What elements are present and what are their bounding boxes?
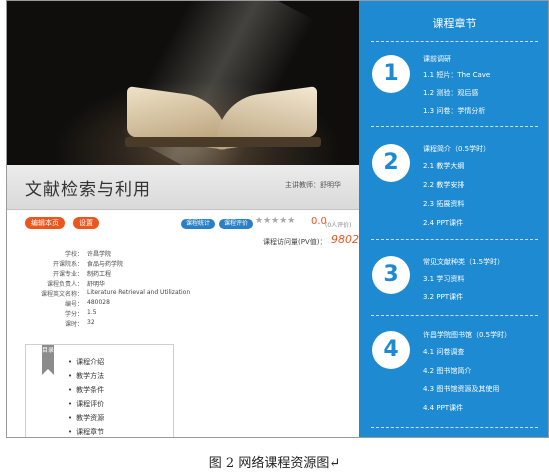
panel-title: 课程章节 xyxy=(432,17,477,30)
info-row: 课程负责人： 舒明华 xyxy=(7,279,359,289)
course-review-button[interactable]: 课程评价 xyxy=(219,219,254,229)
info-row: 学分： 1.5 xyxy=(7,309,359,319)
chapter-link[interactable]: 1.2 测验：观后感 xyxy=(423,88,478,98)
toc-item-teaching-conditions[interactable]: 教学条件 xyxy=(68,385,104,395)
chapter-link[interactable]: 1.3 问卷：学情分析 xyxy=(423,106,485,116)
info-row: 开课院系： 食品与药学院 xyxy=(7,259,359,269)
section-title[interactable]: 课前调研 xyxy=(423,54,451,64)
info-value: 32 xyxy=(87,319,95,326)
info-key: 学分： xyxy=(64,311,83,318)
section-divider xyxy=(371,315,538,316)
info-row: 学校： 许昌学院 xyxy=(7,249,359,259)
settings-button[interactable]: 设置 xyxy=(73,217,99,229)
info-key: 学校： xyxy=(64,251,83,258)
info-value: 制药工程 xyxy=(87,271,112,278)
chapter-link[interactable]: 4.2 图书馆简介 xyxy=(423,366,471,376)
section-divider xyxy=(371,427,538,428)
section-number-badge: 3 xyxy=(372,256,410,294)
book-spine xyxy=(125,137,321,147)
chapter-link[interactable]: 1.1 短片：The Cave xyxy=(423,70,490,80)
info-key: 编号： xyxy=(64,301,83,308)
toc-item-course-intro[interactable]: 课程介绍 xyxy=(68,357,104,367)
chapter-link[interactable]: 3.1 学习资料 xyxy=(423,274,464,284)
chapter-link[interactable]: 2.4 PPT课件 xyxy=(423,218,463,228)
info-row: 课时： 32 xyxy=(7,319,359,329)
info-value: 食品与药学院 xyxy=(87,261,124,268)
pv-value: 9802 xyxy=(331,233,359,246)
info-key: 课时： xyxy=(64,321,83,328)
toc-item-course-review[interactable]: 课程评价 xyxy=(68,399,104,409)
section-divider xyxy=(371,239,538,240)
chapter-link[interactable]: 3.2 PPT课件 xyxy=(423,292,463,302)
info-row: 课程英文名称： Literature Retrieval and Utiliza… xyxy=(7,289,359,299)
chapter-link[interactable]: 2.1 教学大纲 xyxy=(423,161,464,171)
section-title[interactable]: 许昌学院图书馆（0.5学时） xyxy=(423,330,511,340)
info-value: 480028 xyxy=(87,299,110,306)
figure-caption: 图 2 网络课程资源图↵ xyxy=(208,456,341,471)
teacher-label: 主讲教师：舒明华 xyxy=(285,181,341,189)
screenshot-frame: 文献检索与利用 主讲教师：舒明华 编辑本页 设置 课程统计 课程评价 ★★★★★… xyxy=(6,0,549,438)
toc-tag-label: 目录 xyxy=(42,345,54,375)
page-title: 文献检索与利用 xyxy=(25,180,151,200)
section-title[interactable]: 课程简介（0.5学时） xyxy=(423,144,490,154)
rater-count: (0人评价) xyxy=(325,222,352,229)
section-title[interactable]: 常见文献种类（1.5学时） xyxy=(423,257,504,267)
chapters-panel: 课程章节 1 课前调研 1.1 短片：The Cave 1.2 测验：观后感 1… xyxy=(359,1,548,437)
toc-item-teaching-resources[interactable]: 教学资源 xyxy=(68,413,104,423)
info-key: 开课专业： xyxy=(52,271,83,278)
toc-item-teaching-methods[interactable]: 教学方法 xyxy=(68,371,104,381)
info-value: 1.5 xyxy=(87,309,97,316)
info-key: 开课院系： xyxy=(52,261,83,268)
info-key: 课程英文名称： xyxy=(40,291,83,298)
info-value: 舒明华 xyxy=(87,281,106,288)
section-divider xyxy=(371,126,538,127)
section-number-badge: 4 xyxy=(372,331,410,369)
pv-label: 课程访问量(PV值)： xyxy=(263,238,327,246)
chapter-link[interactable]: 2.3 拓展资料 xyxy=(423,199,464,209)
section-number-badge: 1 xyxy=(372,55,410,93)
info-value: 许昌学院 xyxy=(87,251,112,258)
edit-page-button[interactable]: 编辑本页 xyxy=(25,217,65,229)
rating-stars-icon[interactable]: ★★★★★ xyxy=(255,216,295,226)
hero-image-open-book xyxy=(7,1,359,165)
section-number-badge: 2 xyxy=(372,144,410,182)
section-divider xyxy=(371,41,538,42)
info-row: 开课专业： 制药工程 xyxy=(7,269,359,279)
chapter-link[interactable]: 4.1 问卷调查 xyxy=(423,347,464,357)
table-of-contents: 目录 课程介绍 教学方法 教学条件 课程评价 教学资源 课程章节 xyxy=(25,344,174,437)
course-stats-button[interactable]: 课程统计 xyxy=(181,219,216,229)
course-main-area: 文献检索与利用 主讲教师：舒明华 编辑本页 设置 课程统计 课程评价 ★★★★★… xyxy=(7,1,359,437)
chapter-link[interactable]: 4.4 PPT课件 xyxy=(423,403,463,413)
chapter-link[interactable]: 2.2 教学安排 xyxy=(423,180,464,190)
toc-item-course-chapters[interactable]: 课程章节 xyxy=(68,427,104,437)
title-band: 文献检索与利用 主讲教师：舒明华 xyxy=(7,165,359,210)
info-key: 课程负责人： xyxy=(46,281,83,288)
info-value: Literature Retrieval and Utilization xyxy=(87,289,191,296)
chapter-link[interactable]: 4.3 图书馆资源及其使用 xyxy=(423,384,499,394)
info-row: 编号： 480028 xyxy=(7,299,359,309)
